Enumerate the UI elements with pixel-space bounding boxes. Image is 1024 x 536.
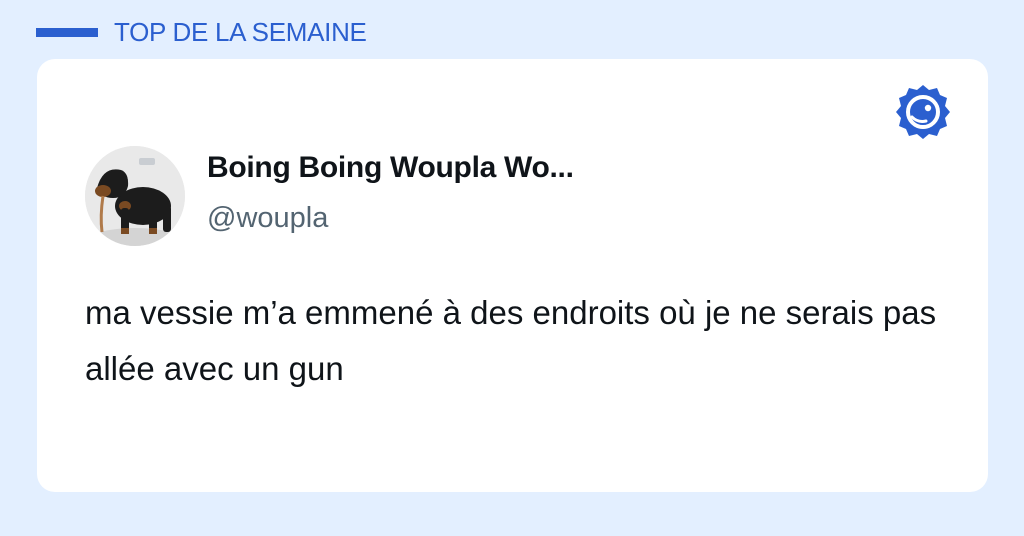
author-display-name[interactable]: Boing Boing Woupla Wo...: [207, 151, 574, 185]
avatar[interactable]: [85, 146, 185, 246]
section-header: TOP DE LA SEMAINE: [36, 14, 367, 50]
tweet-card[interactable]: Boing Boing Woupla Wo... @woupla ma vess…: [37, 59, 988, 492]
header-accent-bar: [36, 27, 98, 37]
dog-avatar-icon: [85, 146, 185, 246]
tweet-text: ma vessie m’a emmené à des endroits où j…: [85, 294, 937, 387]
author-handle[interactable]: @woupla: [207, 202, 328, 235]
section-title: TOP DE LA SEMAINE: [114, 16, 367, 47]
badge-logo-icon: [894, 83, 952, 141]
